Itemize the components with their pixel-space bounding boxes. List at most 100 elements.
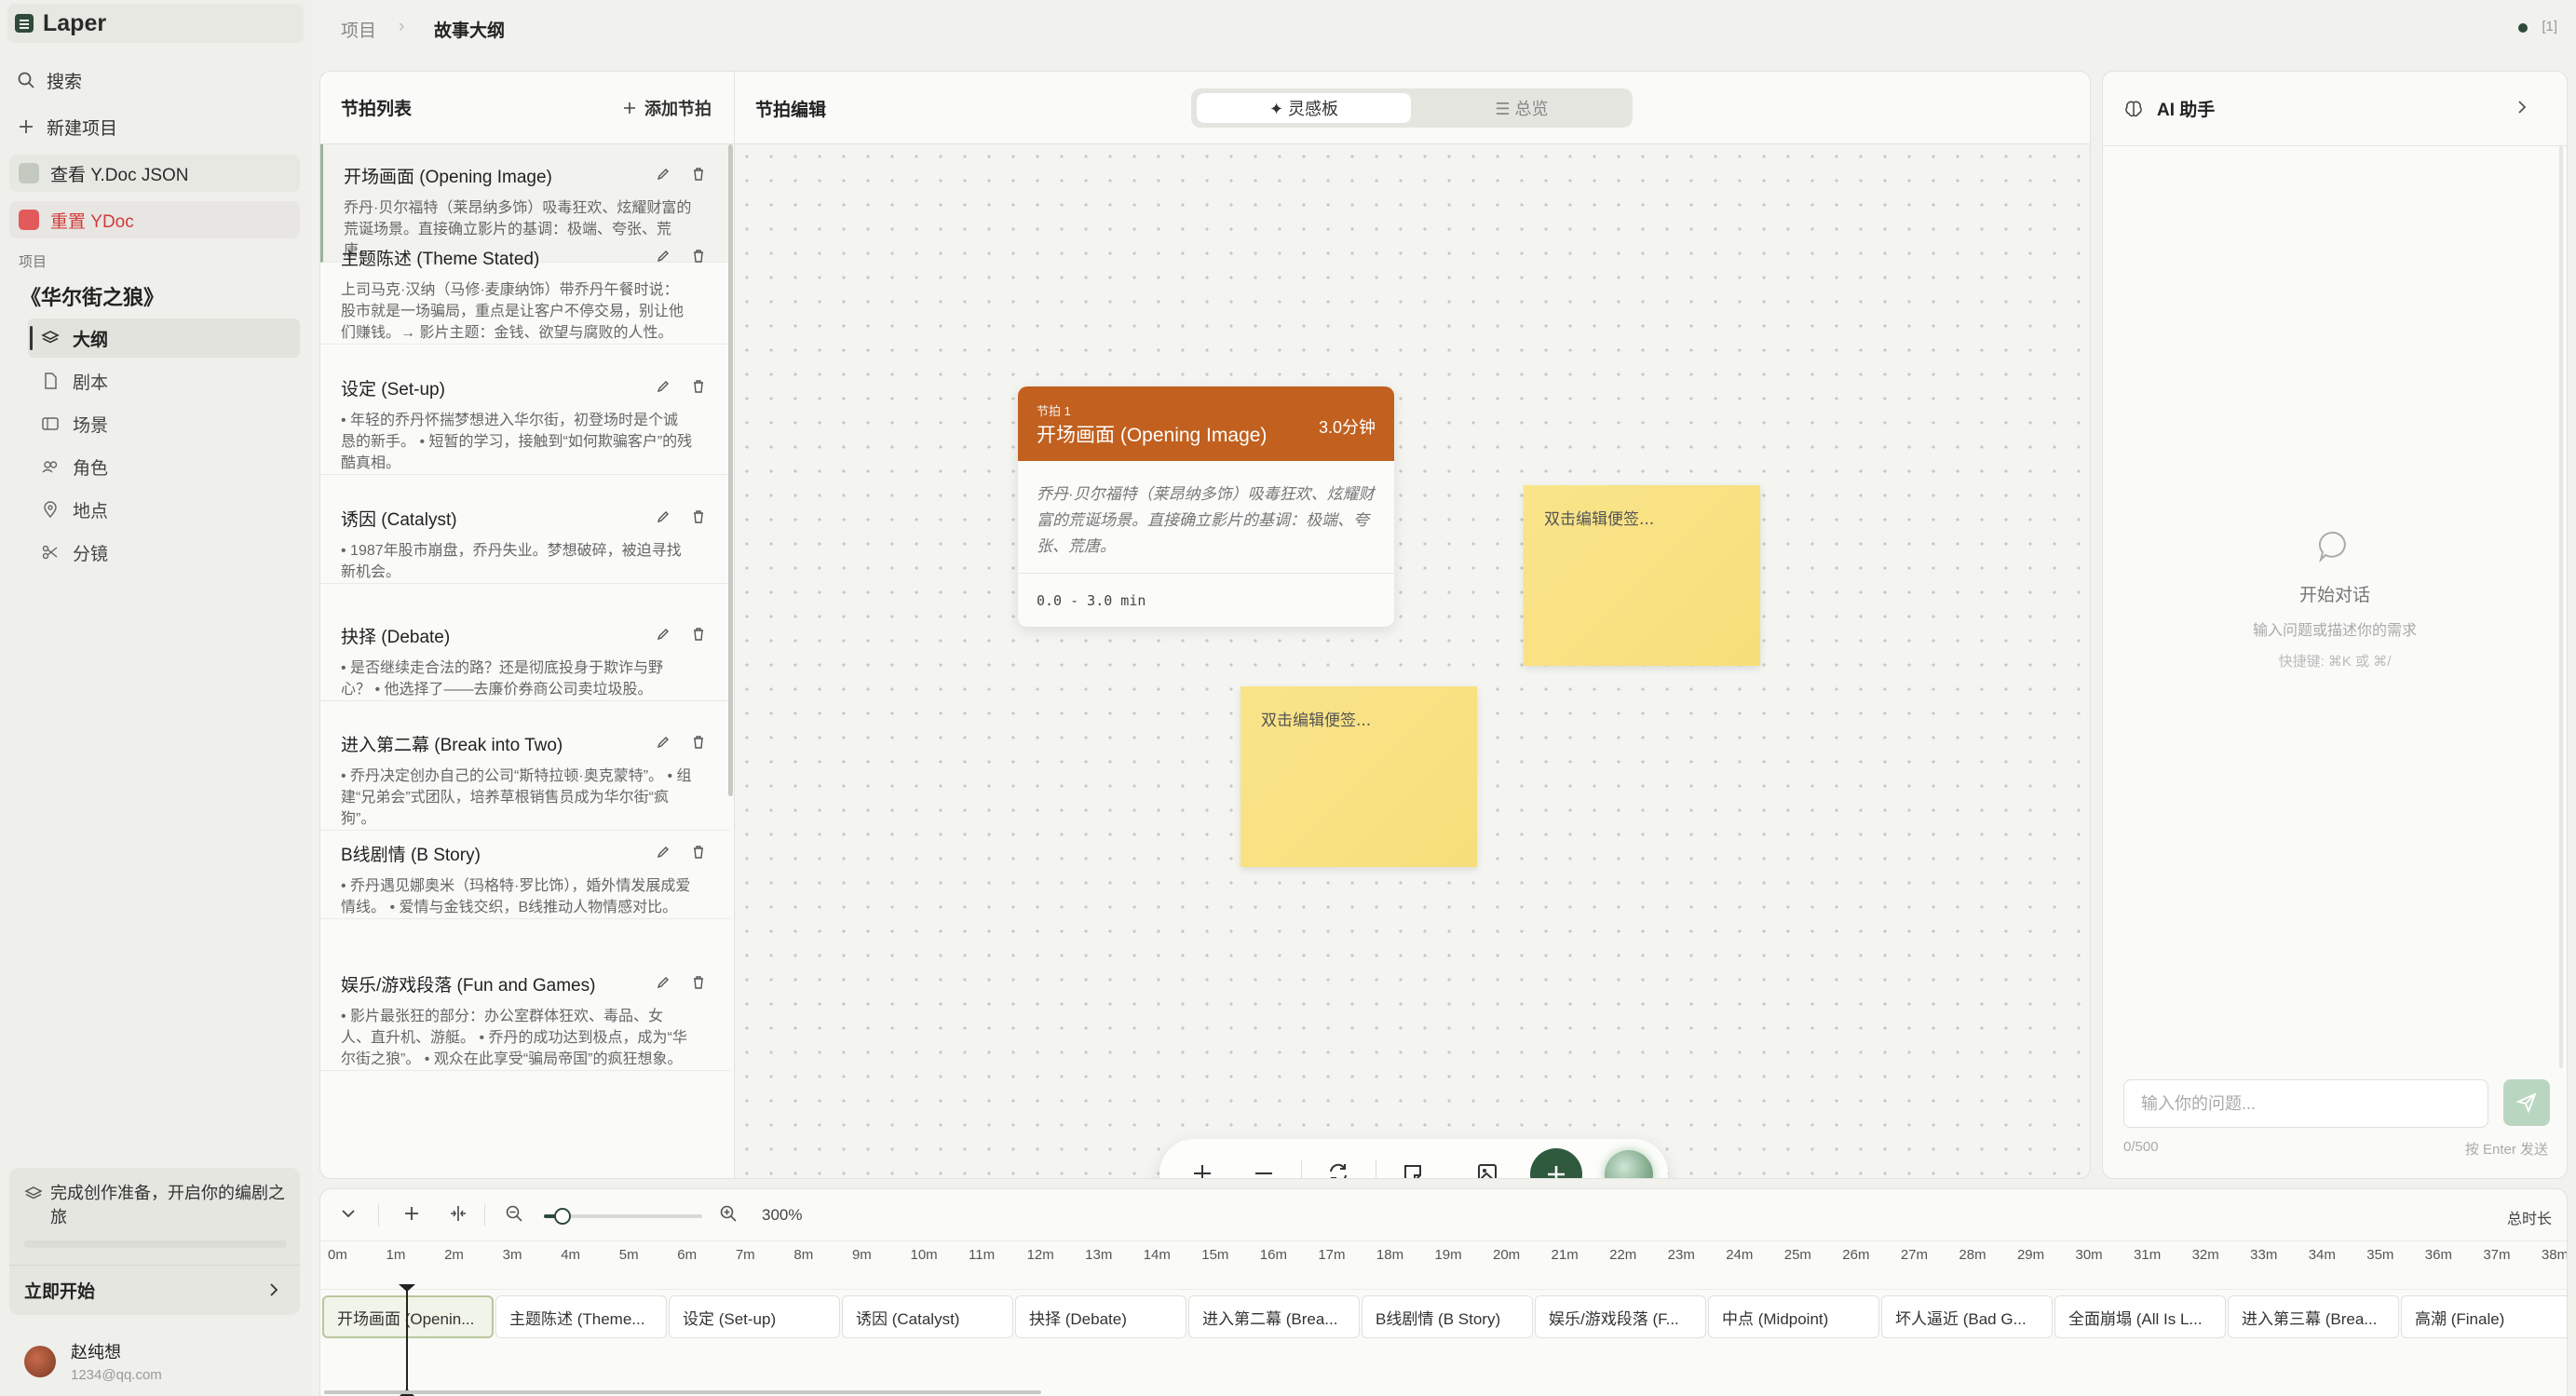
beat-list-title: 节拍列表: [341, 100, 413, 119]
beat-list-item[interactable]: 主题陈述 (Theme Stated) 上司马克·汉纳（马修·麦康纳饰）带乔丹午餐…: [320, 226, 730, 345]
timeline-clip[interactable]: 高潮 (Finale): [2401, 1295, 2567, 1338]
nav-locations[interactable]: 地点: [28, 490, 300, 529]
beat-list-item[interactable]: 设定 (Set-up) • 年轻的乔丹怀揣梦想进入华尔街，初登场时是个诚恳的新手。…: [320, 357, 730, 475]
timeline-clip[interactable]: B线剧情 (B Story): [1362, 1295, 1533, 1338]
users-icon: [42, 461, 58, 473]
timeline-clip[interactable]: 中点 (Midpoint): [1708, 1295, 1879, 1338]
plus-icon[interactable]: [402, 1204, 421, 1223]
split-icon[interactable]: [449, 1204, 468, 1223]
beat-description: • 乔丹遇见娜奥米（玛格特·罗比饰），婚外情发展成爱情线。 • 爱情与金钱交织，…: [341, 878, 691, 915]
trash-icon[interactable]: [691, 249, 706, 264]
layers-icon: [24, 1186, 43, 1199]
zoom-slider[interactable]: [544, 1208, 702, 1225]
zoom-slider-handle[interactable]: [554, 1208, 572, 1225]
ai-question-input[interactable]: [2123, 1079, 2488, 1128]
timeline-clip[interactable]: 诱因 (Catalyst): [842, 1295, 1013, 1338]
edit-icon[interactable]: [656, 379, 671, 394]
timeline-clip[interactable]: 主题陈述 (Theme...: [495, 1295, 667, 1338]
add-image-button[interactable]: [1471, 1157, 1504, 1178]
beat-list-item[interactable]: 娱乐/游戏段落 (Fun and Games) • 影片最张狂的部分：办公室群体狂…: [320, 953, 730, 1071]
trash-icon[interactable]: [691, 975, 706, 990]
search-button[interactable]: 搜索: [17, 61, 82, 99]
add-beat-button[interactable]: 添加节拍: [622, 96, 712, 120]
nav-characters[interactable]: 角色: [28, 447, 300, 486]
trash-icon[interactable]: [691, 735, 706, 750]
timeline-scrollbar[interactable]: [324, 1390, 1041, 1394]
beat-list-item[interactable]: 抉择 (Debate) • 是否继续走合法的路？还是彻底投身于欺诈与野心？ • 他…: [320, 604, 730, 701]
ruler-tick-label: 2m: [444, 1247, 464, 1263]
zoom-in-button[interactable]: [1186, 1157, 1219, 1178]
reset-view-button[interactable]: [1322, 1157, 1355, 1178]
nav-storyboard[interactable]: 分镜: [28, 533, 300, 572]
timeline-clip[interactable]: 全面崩塌 (All Is L...: [2054, 1295, 2226, 1338]
zoom-level: 300%: [762, 1206, 803, 1224]
playhead[interactable]: [406, 1284, 408, 1396]
edit-icon[interactable]: [656, 845, 671, 860]
trash-icon[interactable]: [691, 379, 706, 394]
add-sticky-button[interactable]: [1396, 1157, 1430, 1178]
new-project-button[interactable]: 新建项目: [17, 108, 117, 145]
view-toggle: ✦ 灵感板 ☰ 总览: [1191, 88, 1633, 128]
ruler-tick-label: 17m: [1318, 1247, 1346, 1263]
time-ruler[interactable]: 0m 1m 2m 3m 4m 5m 6m 7m 8m 9m 10m 11m 12m 13m 14m 15m 16…: [320, 1241, 2567, 1290]
start-button-label: 立即开始: [24, 1282, 96, 1302]
breadcrumb-projects[interactable]: 项目: [341, 17, 376, 42]
zoom-out-button[interactable]: [1247, 1157, 1281, 1178]
user-profile[interactable]: 赵纯想 1234@qq.com: [24, 1339, 162, 1383]
tab-inspiration-board[interactable]: ✦ 灵感板: [1197, 93, 1411, 123]
beat-title: 抉择 (Debate): [341, 628, 451, 647]
edit-icon[interactable]: [656, 167, 671, 182]
ruler-tick-label: 36m: [2424, 1247, 2452, 1263]
trash-icon[interactable]: [691, 509, 706, 524]
trash-icon[interactable]: [691, 167, 706, 182]
sticky-note[interactable]: 双击编辑便签...: [1524, 485, 1760, 666]
beat-list-item[interactable]: 进入第二幕 (Break into Two) • 乔丹决定创办自己的公司“斯特拉顿…: [320, 712, 730, 831]
edit-icon[interactable]: [656, 627, 671, 642]
total-duration-label: 总时长: [2506, 1212, 2552, 1227]
timeline-clip[interactable]: 进入第三幕 (Brea...: [2228, 1295, 2399, 1338]
zoom-in-icon[interactable]: [719, 1204, 738, 1223]
nav-scenes-label: 场景: [73, 415, 109, 436]
sticky-note[interactable]: 双击编辑便签...: [1241, 686, 1477, 867]
add-element-button[interactable]: [1530, 1148, 1582, 1178]
beat-card-title: 开场画面 (Opening Image): [1037, 425, 1268, 446]
ruler-tick-label: 27m: [1900, 1247, 1929, 1263]
edit-icon[interactable]: [656, 249, 671, 264]
onboarding-card: 完成创作准备，开启你的编剧之旅 立即开始: [9, 1168, 300, 1315]
zoom-out-icon[interactable]: [505, 1204, 523, 1223]
edit-icon[interactable]: [656, 735, 671, 750]
nav-outline[interactable]: 大纲: [28, 319, 300, 358]
chevron-down-icon[interactable]: [339, 1204, 358, 1223]
nav-script[interactable]: 剧本: [28, 361, 300, 400]
beat-list-scrollbar[interactable]: [728, 144, 733, 796]
trash-icon[interactable]: [691, 845, 706, 860]
chevron-right-icon[interactable]: [2513, 98, 2531, 116]
beat-list-item[interactable]: 诱因 (Catalyst) • 1987年股市崩盘，乔丹失业。梦想破碎，被迫寻找新…: [320, 487, 730, 584]
trash-icon[interactable]: [691, 627, 706, 642]
timeline-clip[interactable]: 坏人逼近 (Bad G...: [1881, 1295, 2053, 1338]
beat-list-item[interactable]: B线剧情 (B Story) • 乔丹遇见娜奥米（玛格特·罗比饰），婚外情发展成爱…: [320, 822, 730, 919]
edit-icon[interactable]: [656, 975, 671, 990]
tab-overview[interactable]: ☰ 总览: [1415, 93, 1629, 123]
ai-orb-button[interactable]: [1605, 1150, 1653, 1178]
timeline-clip[interactable]: 抉择 (Debate): [1015, 1295, 1186, 1338]
start-button[interactable]: 立即开始: [9, 1265, 300, 1315]
inspiration-canvas[interactable]: 节拍 1 开场画面 (Opening Image) 3.0分钟 乔丹·贝尔福特（…: [735, 144, 2090, 1178]
user-name: 赵纯想: [71, 1343, 121, 1362]
project-title[interactable]: 《华尔街之狼》: [20, 281, 164, 311]
timeline-clip[interactable]: 娱乐/游戏段落 (F...: [1535, 1295, 1706, 1338]
view-ydoc-button[interactable]: 查看 Y.Doc JSON: [9, 155, 300, 192]
plus-icon: [624, 102, 635, 114]
beat-card[interactable]: 节拍 1 开场画面 (Opening Image) 3.0分钟 乔丹·贝尔福特（…: [1018, 386, 1394, 627]
reset-ydoc-button[interactable]: 重置 YDoc: [9, 201, 300, 238]
timeline-clip[interactable]: 进入第二幕 (Brea...: [1188, 1295, 1360, 1338]
beat-title: 主题陈述 (Theme Stated): [341, 250, 540, 269]
edit-icon[interactable]: [656, 509, 671, 524]
timeline-clip[interactable]: 设定 (Set-up): [669, 1295, 840, 1338]
nav-scenes[interactable]: 场景: [28, 404, 300, 443]
plus-icon: [1548, 1166, 1565, 1178]
ydoc-icon: [19, 163, 39, 183]
timeline-clip[interactable]: 开场画面 (Openin...: [322, 1295, 494, 1338]
app-logo[interactable]: Laper: [7, 4, 304, 43]
send-button[interactable]: [2503, 1079, 2550, 1126]
